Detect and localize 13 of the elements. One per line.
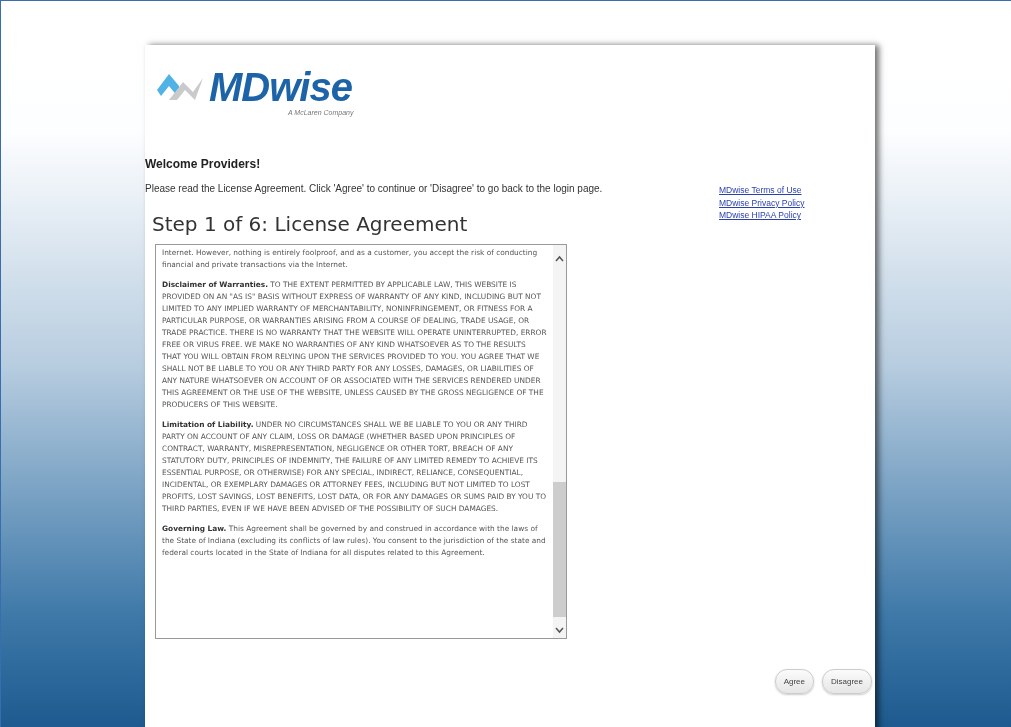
step-title: Step 1 of 6: License Agreement bbox=[152, 212, 469, 236]
policy-link[interactable]: MDwise Terms of Use bbox=[719, 184, 875, 197]
agree-button[interactable]: Agree bbox=[774, 669, 814, 694]
policy-link[interactable]: MDwise Privacy Policy bbox=[719, 196, 875, 209]
logo-wordmark: MDwise bbox=[209, 67, 352, 107]
scroll-down-icon[interactable] bbox=[555, 627, 564, 634]
scrollbar[interactable] bbox=[553, 245, 566, 638]
disagree-button[interactable]: Disagree bbox=[822, 669, 872, 694]
scrollbar-thumb[interactable] bbox=[553, 482, 566, 617]
policy-link[interactable]: MDwise HIPAA Policy bbox=[719, 209, 875, 222]
scroll-up-icon[interactable] bbox=[555, 255, 564, 262]
welcome-heading: Welcome Providers! bbox=[145, 157, 262, 171]
instruction-text: Please read the License Agreement. Click 'Agree' to continue or 'Disagree' to go back to the login page. bbox=[145, 183, 604, 194]
